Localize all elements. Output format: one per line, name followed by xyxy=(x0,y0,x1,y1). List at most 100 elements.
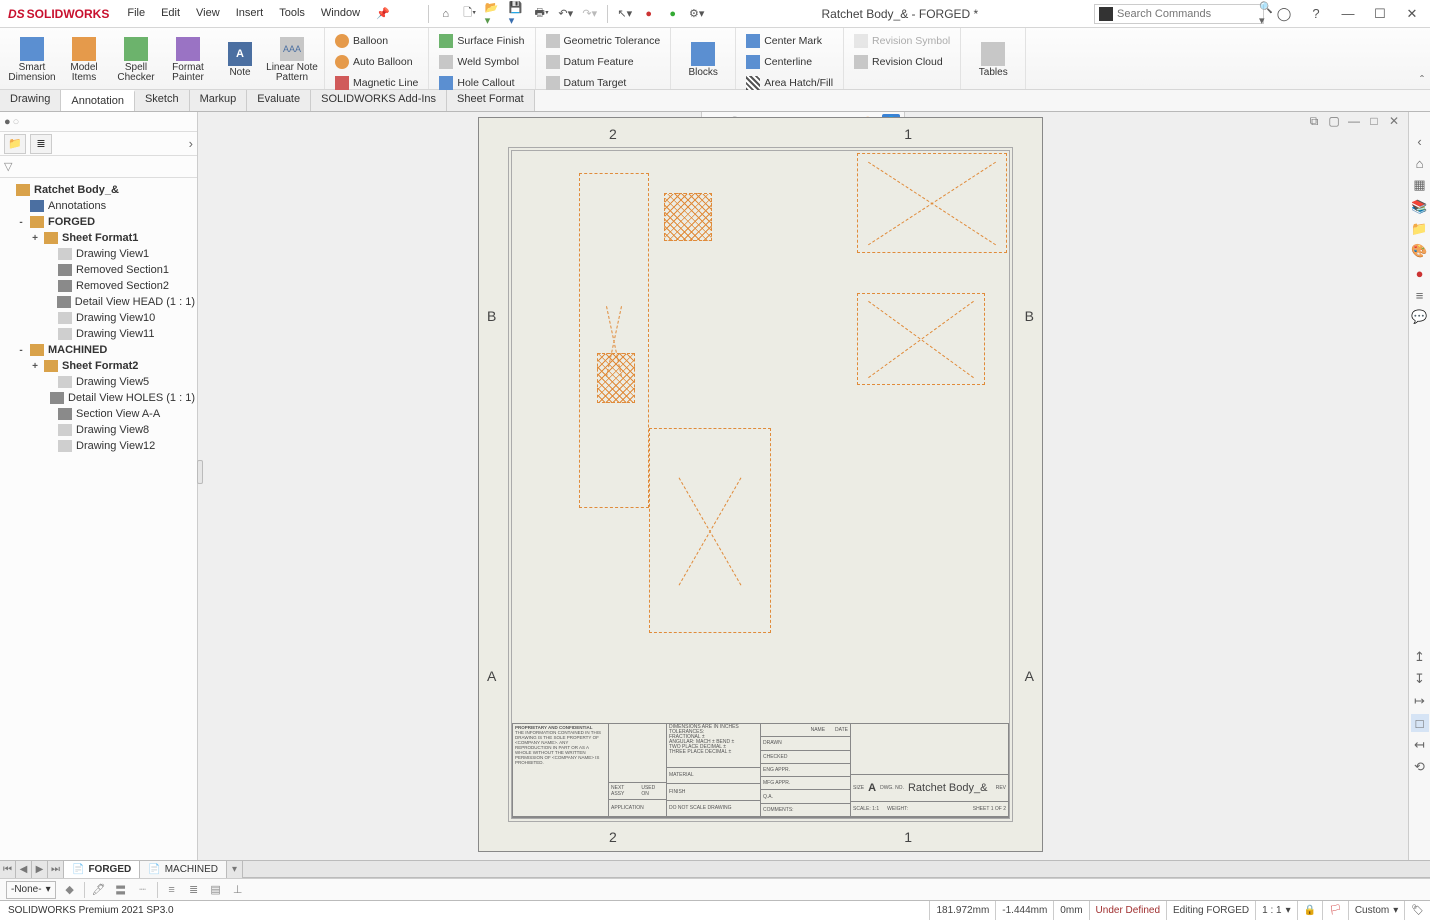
orient-bottom-icon[interactable]: ↧ xyxy=(1411,670,1429,688)
sheet-prev-icon[interactable]: ◀ xyxy=(16,861,32,878)
surface-finish-button[interactable]: Surface Finish xyxy=(439,32,524,50)
tree-node[interactable]: Drawing View12 xyxy=(2,438,195,454)
design-library-icon[interactable]: 📚 xyxy=(1411,198,1429,216)
menu-window[interactable]: Window xyxy=(315,3,366,24)
tree-node[interactable]: Drawing View1 xyxy=(2,246,195,262)
geometric-tolerance-button[interactable]: Geometric Tolerance xyxy=(546,32,661,50)
tree-node[interactable]: +Sheet Format2 xyxy=(2,358,195,374)
tab-markup[interactable]: Markup xyxy=(190,90,248,111)
drawing-view-box[interactable] xyxy=(649,428,771,633)
drawing-view-box[interactable] xyxy=(857,293,985,385)
tree-node[interactable]: Removed Section2 xyxy=(2,278,195,294)
menu-edit[interactable]: Edit xyxy=(155,3,186,24)
sheet-next-icon[interactable]: ▶ xyxy=(32,861,48,878)
blocks-button[interactable]: Blocks xyxy=(677,40,729,78)
line-color-icon[interactable]: 🖊 xyxy=(91,883,107,897)
line-thick-icon[interactable]: 〓 xyxy=(113,883,129,897)
tree-node[interactable]: -FORGED xyxy=(2,214,195,230)
status-scale[interactable]: 1 : 1 ▾ xyxy=(1255,901,1297,920)
mdi-minimize-icon[interactable]: — xyxy=(1346,114,1362,128)
mdi-tile-icon[interactable]: ▢ xyxy=(1326,114,1342,128)
sheet-tab-machined[interactable]: 📄MACHINED xyxy=(140,861,227,878)
orient-left-icon[interactable]: ↤ xyxy=(1411,736,1429,754)
datum-feature-button[interactable]: Datum Feature xyxy=(546,53,661,71)
model-items-button[interactable]: Model Items xyxy=(58,35,110,83)
spell-checker-button[interactable]: Spell Checker xyxy=(110,35,162,83)
show-edge-icon[interactable]: ≣ xyxy=(186,883,202,897)
orient-front-icon[interactable]: □ xyxy=(1411,714,1429,732)
new-icon[interactable]: 🗋▾ xyxy=(461,5,479,23)
print-icon[interactable]: 🖶▾ xyxy=(533,5,551,23)
mdi-maximize-icon[interactable]: □ xyxy=(1366,114,1382,128)
hole-callout-button[interactable]: Hole Callout xyxy=(439,74,524,92)
open-icon[interactable]: 📂▾ xyxy=(485,5,503,23)
tree-node[interactable]: Drawing View11 xyxy=(2,326,195,342)
status-lock-icon[interactable]: 🔒 xyxy=(1297,901,1322,920)
note-button[interactable]: ANote xyxy=(214,40,266,78)
home-task-icon[interactable]: ⌂ xyxy=(1411,154,1429,172)
sheet-first-icon[interactable]: ⏮ xyxy=(0,861,16,878)
tree-expander-icon[interactable]: - xyxy=(16,345,26,356)
revision-cloud-button[interactable]: Revision Cloud xyxy=(854,53,950,71)
drawing-view-box[interactable] xyxy=(579,173,649,508)
tables-button[interactable]: Tables xyxy=(967,40,1019,78)
sheet-tab-forged[interactable]: 📄FORGED xyxy=(64,861,140,878)
status-tag-icon[interactable]: 🏷 xyxy=(1404,901,1430,920)
balloon-button[interactable]: Balloon xyxy=(335,32,418,50)
format-painter-button[interactable]: Format Painter xyxy=(162,35,214,83)
status-units[interactable]: Custom ▾ xyxy=(1348,901,1404,920)
view-palette-icon[interactable]: 🎨 xyxy=(1411,242,1429,260)
save-icon[interactable]: 💾▾ xyxy=(509,5,527,23)
panel-flyout-icon[interactable]: › xyxy=(189,136,193,151)
drawing-view-hatch[interactable] xyxy=(664,193,712,241)
arrow-left-icon[interactable]: ‹ xyxy=(1411,132,1429,150)
centerline-button[interactable]: Centerline xyxy=(746,53,833,71)
layer-props-icon[interactable]: ◆ xyxy=(62,883,78,897)
help-icon[interactable]: ? xyxy=(1304,4,1328,24)
magnetic-line-button[interactable]: Magnetic Line xyxy=(335,74,418,92)
feature-tree-tab-icon[interactable]: 📁 xyxy=(4,134,26,154)
feature-tree[interactable]: Ratchet Body_&Annotations-FORGED+Sheet F… xyxy=(0,178,197,860)
area-hatch-button[interactable]: Area Hatch/Fill xyxy=(746,74,833,92)
menu-view[interactable]: View xyxy=(190,3,226,24)
property-tab-icon[interactable]: ≣ xyxy=(30,134,52,154)
graphics-area[interactable]: ⤢ 🔍 ↺ ◫ ◧ ▦ 👁 🎨 🌐 ⧉ ▢ — □ ✕ 2 1 2 1 B xyxy=(198,112,1408,860)
menu-pin-icon[interactable]: 📌 xyxy=(370,3,396,24)
forum-icon[interactable]: 💬 xyxy=(1411,308,1429,326)
file-explorer-icon[interactable]: 📁 xyxy=(1411,220,1429,238)
align-icon[interactable]: ⊥ xyxy=(230,883,246,897)
login-icon[interactable]: ◯ xyxy=(1272,4,1296,24)
minimize-button[interactable]: — xyxy=(1336,4,1360,24)
tab-annotation[interactable]: Annotation xyxy=(61,90,135,111)
command-search[interactable]: 🔍▾ xyxy=(1094,4,1264,24)
tree-node[interactable]: Annotations xyxy=(2,198,195,214)
orient-top-icon[interactable]: ↥ xyxy=(1411,648,1429,666)
mdi-close-icon[interactable]: ✕ xyxy=(1386,114,1402,128)
drawing-view-box[interactable] xyxy=(857,153,1007,253)
settings-icon[interactable]: ⚙▾ xyxy=(688,5,706,23)
tree-node[interactable]: Removed Section1 xyxy=(2,262,195,278)
tree-expander-icon[interactable]: + xyxy=(30,361,40,372)
center-mark-button[interactable]: Center Mark xyxy=(746,32,833,50)
drawing-sheet[interactable]: 2 1 2 1 B A B A xyxy=(478,117,1043,852)
tree-node[interactable]: Section View A-A xyxy=(2,406,195,422)
tree-node[interactable]: +Sheet Format1 xyxy=(2,230,195,246)
tree-node[interactable]: Detail View HEAD (1 : 1) xyxy=(2,294,195,310)
tab-sketch[interactable]: Sketch xyxy=(135,90,190,111)
select-icon[interactable]: ↖▾ xyxy=(616,5,634,23)
custom-props-icon[interactable]: ≡ xyxy=(1411,286,1429,304)
tab-drawing[interactable]: Drawing xyxy=(0,90,61,111)
tree-node[interactable]: Drawing View5 xyxy=(2,374,195,390)
appearances-icon[interactable]: ● xyxy=(1411,264,1429,282)
command-search-input[interactable] xyxy=(1117,8,1259,20)
line-style-icon[interactable]: ┈ xyxy=(135,883,151,897)
tree-node[interactable]: Ratchet Body_& xyxy=(2,182,195,198)
smart-dimension-button[interactable]: Smart Dimension xyxy=(6,35,58,83)
panel-splitter[interactable] xyxy=(197,460,203,484)
title-block[interactable]: PROPRIETARY AND CONFIDENTIAL THE INFORMA… xyxy=(512,723,1009,818)
status-flag-icon[interactable]: 🏳 xyxy=(1322,901,1348,920)
linear-note-pattern-button[interactable]: AAALinear Note Pattern xyxy=(266,35,318,83)
hide-edge-icon[interactable]: ≡ xyxy=(164,883,180,897)
tree-node[interactable]: Detail View HOLES (1 : 1) xyxy=(2,390,195,406)
ribbon-collapse-icon[interactable]: ˆ xyxy=(1420,73,1424,87)
